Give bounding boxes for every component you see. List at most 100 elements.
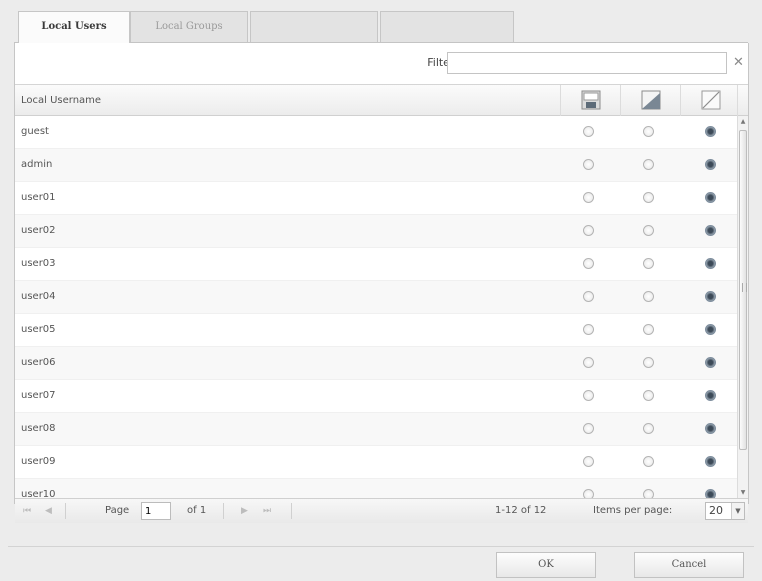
table-row: user06	[15, 347, 737, 380]
deny-radio[interactable]	[705, 126, 716, 137]
page-number-input[interactable]	[141, 502, 171, 520]
deny-radio[interactable]	[705, 258, 716, 269]
read-write-radio[interactable]	[583, 456, 594, 467]
read-only-radio[interactable]	[643, 159, 654, 170]
tab-local-groups[interactable]: Local Groups	[130, 11, 248, 42]
table-row: user07	[15, 380, 737, 413]
table-row: user09	[15, 446, 737, 479]
read-write-radio[interactable]	[583, 423, 594, 434]
read-only-radio[interactable]	[643, 423, 654, 434]
deny-radio[interactable]	[705, 489, 716, 498]
tab-local-users[interactable]: Local Users	[18, 11, 130, 43]
next-page-icon[interactable]: ▶	[241, 499, 248, 523]
page-label: Page	[105, 505, 130, 516]
username-cell: user01	[21, 192, 56, 203]
deny-radio[interactable]	[705, 456, 716, 467]
read-write-radio[interactable]	[583, 489, 594, 498]
deny-radio[interactable]	[705, 423, 716, 434]
column-header-username: Local Username	[21, 95, 102, 106]
tab-third[interactable]	[250, 11, 378, 42]
table-row: user01	[15, 182, 737, 215]
username-cell: user02	[21, 225, 56, 236]
deny-access-icon	[701, 90, 721, 110]
read-only-radio[interactable]	[643, 357, 654, 368]
scrollbar-thumb[interactable]	[739, 130, 747, 450]
table-row: admin	[15, 149, 737, 182]
permissions-dialog: Local Users Local Groups Filter: ✕ Local…	[0, 0, 762, 581]
username-cell: user07	[21, 390, 56, 401]
items-per-page-select[interactable]: 20 ▼	[705, 502, 745, 520]
read-only-radio[interactable]	[643, 258, 654, 269]
column-header-read-only[interactable]	[620, 85, 680, 116]
username-cell: user09	[21, 456, 56, 467]
read-write-radio[interactable]	[583, 126, 594, 137]
username-cell: user10	[21, 489, 56, 498]
page-count-label: of 1	[187, 505, 207, 516]
vertical-scrollbar[interactable]: ▲ ▼	[737, 116, 748, 498]
username-cell: user08	[21, 423, 56, 434]
read-only-radio[interactable]	[643, 456, 654, 467]
items-per-page-value: 20	[709, 504, 723, 517]
table-row: user05	[15, 314, 737, 347]
table-row: guest	[15, 116, 737, 149]
read-only-radio[interactable]	[643, 390, 654, 401]
read-only-icon	[641, 90, 661, 110]
deny-radio[interactable]	[705, 324, 716, 335]
deny-radio[interactable]	[705, 357, 716, 368]
table-row: user03	[15, 248, 737, 281]
read-write-icon	[581, 90, 601, 110]
column-header-read-write[interactable]	[560, 85, 620, 116]
column-header-end	[737, 85, 749, 116]
table-row: user02	[15, 215, 737, 248]
table-row: user10	[15, 479, 737, 498]
read-write-radio[interactable]	[583, 291, 594, 302]
result-range-label: 1-12 of 12	[495, 505, 547, 516]
last-page-icon[interactable]: ⏭	[263, 499, 271, 523]
read-only-radio[interactable]	[643, 489, 654, 498]
table-header: Local Username	[15, 84, 748, 116]
username-cell: admin	[21, 159, 53, 170]
read-write-radio[interactable]	[583, 357, 594, 368]
cancel-button[interactable]: Cancel	[634, 552, 744, 578]
footer-divider	[8, 546, 754, 547]
table-row: user08	[15, 413, 737, 446]
username-cell: user06	[21, 357, 56, 368]
username-cell: user05	[21, 324, 56, 335]
paging-toolbar: ⏮ ◀ Page of 1 ▶ ⏭ 1-12 of 12 Items per p…	[15, 498, 748, 523]
read-write-radio[interactable]	[583, 258, 594, 269]
deny-radio[interactable]	[705, 159, 716, 170]
previous-page-icon[interactable]: ◀	[45, 499, 52, 523]
table-row: user04	[15, 281, 737, 314]
tab-bar: Local Users Local Groups	[0, 0, 762, 43]
username-cell: user03	[21, 258, 56, 269]
user-permission-list: guest admin user01 user02 user03 user04 user05…	[15, 116, 737, 498]
read-only-radio[interactable]	[643, 324, 654, 335]
read-only-radio[interactable]	[643, 225, 654, 236]
username-cell: guest	[21, 126, 49, 137]
deny-radio[interactable]	[705, 225, 716, 236]
deny-radio[interactable]	[705, 291, 716, 302]
first-page-icon[interactable]: ⏮	[23, 499, 31, 523]
read-write-radio[interactable]	[583, 192, 594, 203]
local-users-panel: Filter: ✕ Local Username guest admin use…	[14, 43, 749, 523]
filter-input[interactable]	[447, 52, 727, 74]
read-write-radio[interactable]	[583, 390, 594, 401]
clear-filter-icon[interactable]: ✕	[729, 52, 748, 74]
read-write-radio[interactable]	[583, 324, 594, 335]
username-cell: user04	[21, 291, 56, 302]
read-only-radio[interactable]	[643, 291, 654, 302]
read-only-radio[interactable]	[643, 126, 654, 137]
read-write-radio[interactable]	[583, 225, 594, 236]
tab-fourth[interactable]	[380, 11, 514, 42]
scroll-down-icon[interactable]: ▼	[738, 487, 748, 498]
deny-radio[interactable]	[705, 192, 716, 203]
scroll-up-icon[interactable]: ▲	[738, 116, 748, 127]
items-per-page-label: Items per page:	[593, 505, 673, 516]
column-header-deny-access[interactable]	[680, 85, 740, 116]
read-only-radio[interactable]	[643, 192, 654, 203]
ok-button[interactable]: OK	[496, 552, 596, 578]
filter-row: Filter: ✕	[15, 43, 748, 83]
chevron-down-icon: ▼	[731, 503, 744, 519]
read-write-radio[interactable]	[583, 159, 594, 170]
deny-radio[interactable]	[705, 390, 716, 401]
